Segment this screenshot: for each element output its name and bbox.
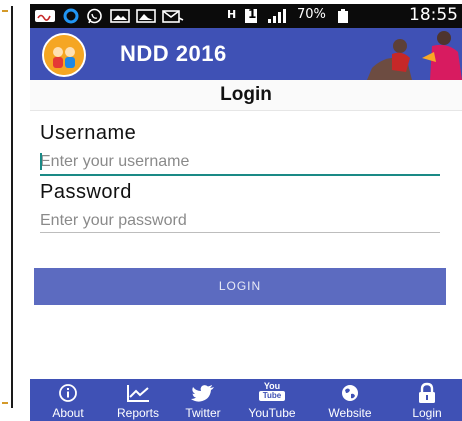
page-title: Login bbox=[220, 84, 272, 105]
login-title-bar: Login bbox=[30, 80, 462, 111]
lock-icon bbox=[419, 382, 435, 403]
nav-label: About bbox=[52, 406, 84, 420]
nav-label: Website bbox=[328, 406, 372, 420]
status-time: 18:55 bbox=[409, 5, 458, 25]
text-cursor bbox=[40, 153, 42, 170]
username-underline bbox=[40, 174, 440, 176]
password-underline bbox=[40, 232, 440, 233]
youtube-icon-text-bottom: Tube bbox=[259, 391, 285, 401]
chart-icon bbox=[127, 385, 149, 402]
gallery-icon bbox=[110, 9, 130, 23]
whatsapp-icon bbox=[87, 8, 102, 24]
left-edge-mark bbox=[2, 10, 8, 12]
nav-label: YouTube bbox=[248, 406, 296, 420]
battery-percent: 70% bbox=[297, 7, 326, 22]
signal-icon bbox=[268, 9, 286, 23]
nav-label: Twitter bbox=[185, 406, 221, 420]
nav-item-about[interactable]: About bbox=[30, 379, 106, 421]
nav-item-website[interactable]: Website bbox=[308, 379, 392, 421]
notification-app-icon bbox=[35, 10, 55, 22]
email-icon bbox=[162, 10, 184, 23]
nav-item-twitter[interactable]: Twitter bbox=[170, 379, 236, 421]
nav-label: Login bbox=[412, 406, 442, 420]
header-illustration bbox=[367, 31, 462, 80]
globe-icon bbox=[342, 385, 358, 401]
sync-icon bbox=[63, 8, 79, 24]
youtube-icon: You Tube bbox=[259, 381, 285, 403]
status-bar: H 1 70% 18:55 bbox=[30, 4, 462, 28]
phone-screen: H 1 70% 18:55 NDD 2016 Login Username En… bbox=[30, 4, 462, 421]
youtube-icon-text-top: You bbox=[263, 381, 281, 391]
svg-text:H: H bbox=[227, 8, 236, 21]
sim-number: 1 bbox=[248, 7, 257, 21]
login-button[interactable]: LOGIN bbox=[34, 268, 446, 305]
hspa-icon: H bbox=[227, 8, 236, 21]
username-input[interactable] bbox=[40, 151, 438, 173]
app-logo bbox=[42, 33, 86, 77]
nav-label: Reports bbox=[116, 406, 160, 420]
battery-icon bbox=[338, 9, 348, 23]
app-header: NDD 2016 bbox=[30, 28, 462, 80]
gallery-icon bbox=[136, 9, 156, 23]
password-input[interactable] bbox=[40, 210, 438, 232]
username-label: Username bbox=[40, 122, 137, 144]
password-label: Password bbox=[40, 181, 132, 203]
screenshot-frame: H 1 70% 18:55 NDD 2016 Login Username En… bbox=[0, 0, 462, 421]
info-icon bbox=[59, 384, 77, 402]
twitter-icon bbox=[191, 385, 214, 402]
nav-item-login[interactable]: Login bbox=[392, 379, 462, 421]
left-edge-mark bbox=[2, 402, 8, 404]
app-title: NDD 2016 bbox=[120, 41, 227, 66]
bottom-navigation: About Reports Twitter You Tube YouTube W… bbox=[30, 379, 462, 421]
nav-item-youtube[interactable]: You Tube YouTube bbox=[236, 379, 308, 421]
left-border-line bbox=[11, 6, 13, 408]
nav-item-reports[interactable]: Reports bbox=[106, 379, 170, 421]
